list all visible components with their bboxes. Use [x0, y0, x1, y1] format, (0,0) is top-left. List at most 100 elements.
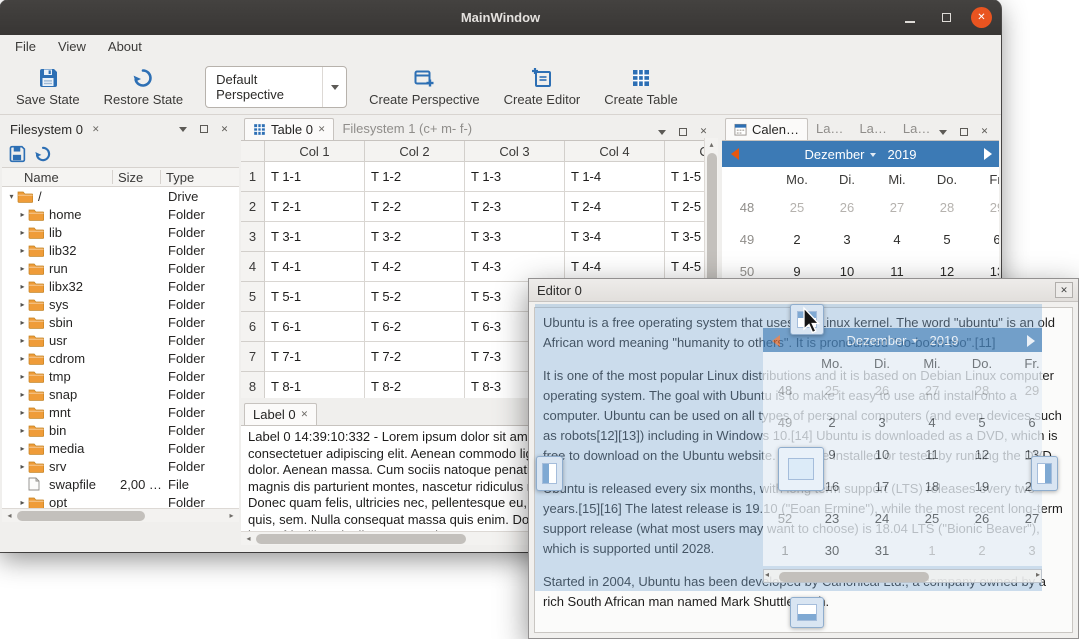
tree-row[interactable]: ▸homeFolder — [2, 205, 239, 223]
table-cell[interactable]: T 1-2 — [365, 162, 465, 192]
dock-indicator-bottom[interactable] — [790, 597, 824, 628]
calendar-day[interactable]: 3 — [822, 223, 872, 255]
calendar-day[interactable]: 6 — [972, 223, 999, 255]
expander-icon[interactable]: ▸ — [17, 246, 28, 255]
table-cell[interactable]: T 3-4 — [565, 222, 665, 252]
tree-row[interactable]: ▸mntFolder — [2, 403, 239, 421]
row-header[interactable]: 8 — [241, 372, 265, 398]
column-header[interactable]: Col 4 — [565, 141, 665, 162]
editor-close-button[interactable]: ✕ — [1055, 282, 1073, 298]
save-icon[interactable] — [8, 145, 26, 163]
tree-row[interactable]: ▾/Drive — [2, 187, 239, 205]
calendar-day[interactable]: 18 — [907, 470, 957, 502]
column-header-size[interactable]: Size — [118, 170, 143, 185]
calendar-day[interactable]: 23 — [807, 502, 857, 534]
calendar-day[interactable]: 2 — [807, 406, 857, 438]
calendar-day[interactable]: 3 — [1007, 534, 1042, 566]
calendar-day[interactable]: 27 — [1007, 502, 1042, 534]
dock-float-button[interactable] — [195, 121, 212, 138]
dock-indicator-left[interactable] — [536, 456, 563, 491]
calendar-day[interactable]: 26 — [957, 502, 1007, 534]
expander-icon[interactable]: ▸ — [17, 354, 28, 363]
tree-row[interactable]: ▸libx32Folder — [2, 277, 239, 295]
calendar-day[interactable]: 28 — [922, 191, 972, 223]
calendar-day[interactable]: 29 — [1007, 374, 1042, 406]
expander-icon[interactable]: ▸ — [17, 318, 28, 327]
row-header[interactable]: 6 — [241, 312, 265, 342]
calendar-day[interactable]: 5 — [957, 406, 1007, 438]
expander-icon[interactable]: ▸ — [17, 228, 28, 237]
table-cell[interactable]: T 2-3 — [465, 192, 565, 222]
row-header[interactable]: 3 — [241, 222, 265, 252]
tab-label-dock[interactable]: La… — [895, 117, 934, 140]
calendar-day[interactable]: 10 — [857, 438, 907, 470]
calendar-day[interactable]: 4 — [872, 223, 922, 255]
tree-row[interactable]: ▸tmpFolder — [2, 367, 239, 385]
expander-icon[interactable]: ▸ — [17, 264, 28, 273]
expander-icon[interactable]: ▸ — [17, 282, 28, 291]
calendar-day[interactable]: 19 — [957, 470, 1007, 502]
dock-close-button[interactable]: ✕ — [216, 121, 233, 138]
row-header[interactable]: 7 — [241, 342, 265, 372]
column-header[interactable]: Col 2 — [365, 141, 465, 162]
tree-row[interactable]: ▸srvFolder — [2, 457, 239, 475]
column-header-type[interactable]: Type — [166, 170, 194, 185]
column-header-name[interactable]: Name — [24, 170, 59, 185]
calendar-month[interactable]: Dezember — [805, 147, 865, 162]
row-header[interactable]: 5 — [241, 282, 265, 312]
dock-menu-button[interactable] — [934, 123, 951, 140]
tab-table-0[interactable]: Table 0✕ — [244, 118, 334, 140]
scroll-left-icon[interactable]: ◂ — [3, 509, 16, 522]
calendar-day[interactable]: 6 — [1007, 406, 1042, 438]
table-cell[interactable]: T 6-2 — [365, 312, 465, 342]
tree-row[interactable]: swapfile2,00 …File — [2, 475, 239, 493]
expander-icon[interactable]: ▸ — [17, 390, 28, 399]
close-icon[interactable]: ✕ — [318, 124, 326, 135]
create-editor-button[interactable]: Create Editor — [492, 61, 593, 113]
scroll-left-icon[interactable]: ◂ — [242, 532, 255, 545]
scroll-right-icon[interactable]: ▸ — [225, 509, 238, 522]
tab-label-dock[interactable]: La… — [851, 117, 894, 140]
expander-icon[interactable]: ▾ — [6, 192, 17, 201]
dock-indicator-center[interactable] — [778, 447, 824, 491]
expander-icon[interactable]: ▸ — [17, 408, 28, 417]
calendar-day[interactable]: 27 — [872, 191, 922, 223]
calendar-day[interactable]: 2 — [772, 223, 822, 255]
column-header[interactable]: Col 3 — [465, 141, 565, 162]
table-cell[interactable]: T 6-1 — [265, 312, 365, 342]
table-cell[interactable]: T 5-2 — [365, 282, 465, 312]
tree-row[interactable]: ▸cdromFolder — [2, 349, 239, 367]
calendar-day[interactable]: 5 — [922, 223, 972, 255]
minimize-button[interactable] — [899, 7, 920, 28]
table-cell[interactable]: T 5-1 — [265, 282, 365, 312]
window-close-button[interactable]: ✕ — [971, 7, 992, 28]
save-state-button[interactable]: Save State — [4, 61, 92, 113]
horizontal-scrollbar[interactable]: ◂ ▸ — [2, 508, 239, 522]
calendar-day[interactable]: 30 — [807, 534, 857, 566]
row-header[interactable]: 1 — [241, 162, 265, 192]
expander-icon[interactable]: ▸ — [17, 426, 28, 435]
dock-menu-button[interactable] — [653, 123, 670, 140]
tree-row[interactable]: ▸optFolder — [2, 493, 239, 508]
editor-titlebar[interactable]: Editor 0 ✕ — [529, 279, 1078, 302]
menu-file[interactable]: File — [4, 35, 47, 59]
table-cell[interactable]: T 2-4 — [565, 192, 665, 222]
table-cell[interactable]: T 1-1 — [265, 162, 365, 192]
calendar-day[interactable]: 2 — [957, 534, 1007, 566]
scroll-up-icon[interactable]: ▴ — [705, 139, 718, 151]
tab-label-dock[interactable]: La… — [808, 117, 851, 140]
calendar-year[interactable]: 2019 — [888, 147, 917, 162]
table-cell[interactable]: T 7-2 — [365, 342, 465, 372]
next-month-icon[interactable] — [984, 148, 992, 160]
tree-row[interactable]: ▸sysFolder — [2, 295, 239, 313]
table-cell[interactable]: T 3-3 — [465, 222, 565, 252]
calendar-day[interactable]: 25 — [907, 502, 957, 534]
calendar-day[interactable]: 1 — [907, 534, 957, 566]
calendar-day[interactable]: 28 — [957, 374, 1007, 406]
calendar-day[interactable]: 24 — [857, 502, 907, 534]
tree-row[interactable]: ▸runFolder — [2, 259, 239, 277]
calendar-day[interactable]: 26 — [822, 191, 872, 223]
prev-month-icon[interactable] — [731, 148, 739, 160]
calendar-day[interactable]: 29 — [972, 191, 999, 223]
tree-row[interactable]: ▸lib32Folder — [2, 241, 239, 259]
